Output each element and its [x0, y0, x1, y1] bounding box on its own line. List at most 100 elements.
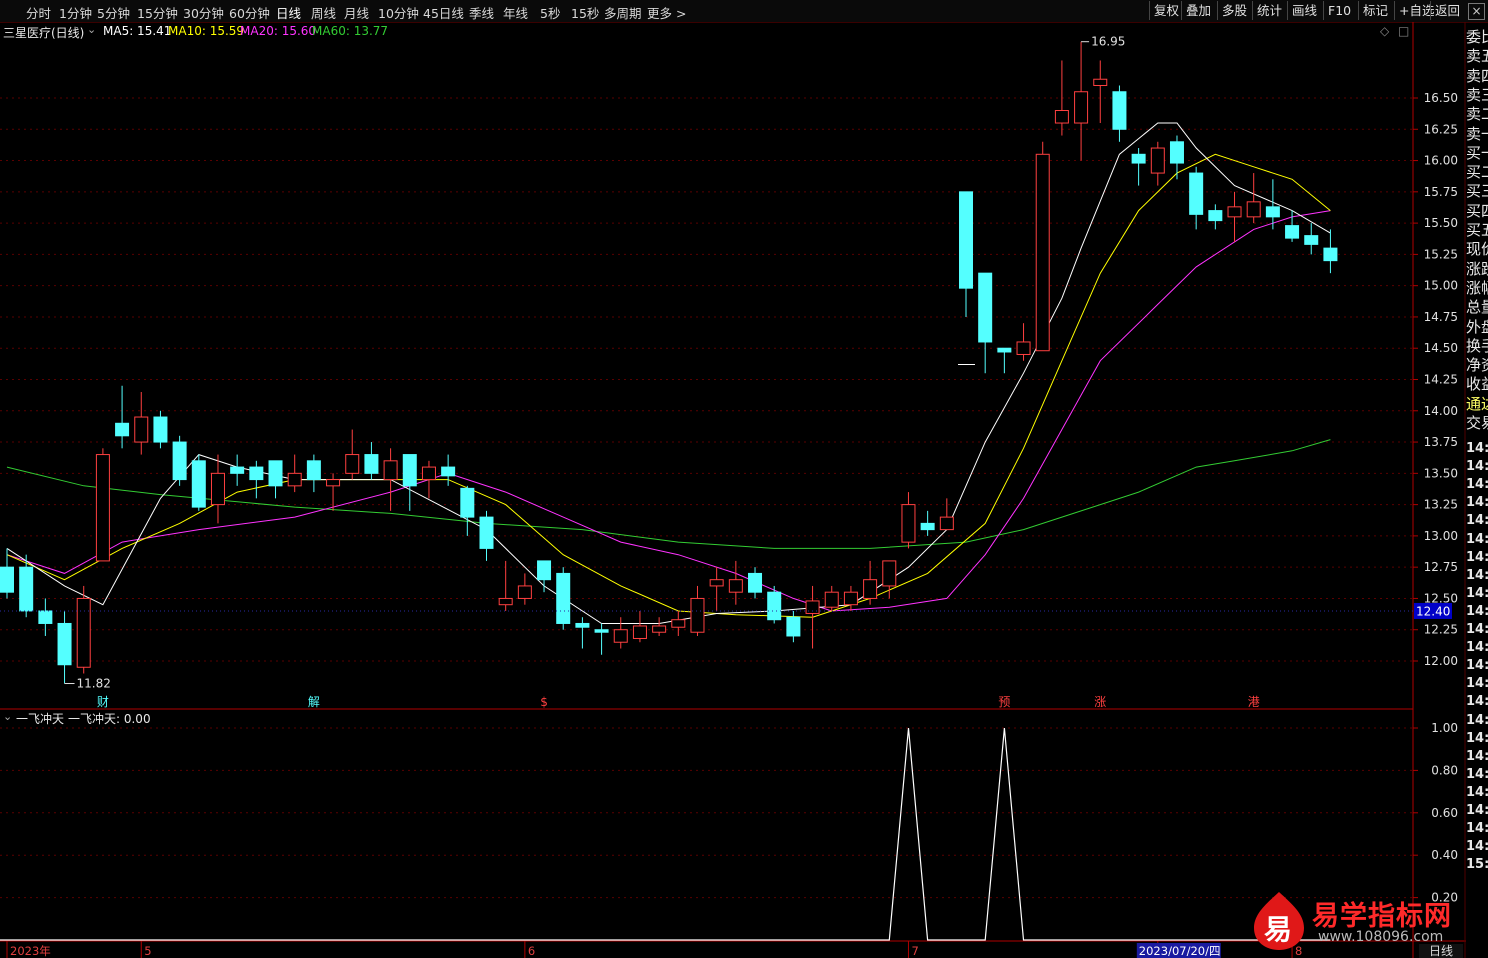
candle-body	[287, 472, 302, 487]
price-tick-label: 16.25	[1424, 122, 1458, 136]
candle	[575, 617, 590, 649]
tick-time: 14:5	[1466, 531, 1488, 547]
period-tab-4[interactable]: 30分钟	[183, 3, 224, 22]
quote-label: 涨跌	[1466, 259, 1488, 278]
quote-label: 收益	[1466, 375, 1488, 394]
candle	[1323, 229, 1338, 274]
period-tab-7[interactable]: 周线	[311, 3, 336, 22]
period-tab-12[interactable]: 年线	[503, 3, 528, 22]
toolbar-button-4[interactable]: 画线	[1287, 1, 1321, 20]
candle-body	[709, 579, 724, 587]
candle	[556, 567, 571, 630]
candle	[76, 585, 91, 674]
indicator-tick-label: 0.40	[1431, 848, 1458, 862]
candle	[843, 585, 858, 611]
time-label: 6	[528, 944, 535, 958]
event-marker: 港	[1248, 695, 1260, 709]
chart-area[interactable]: 16.50 16.25 16.00 15.75 15.50 15.25 15.00 14.75…	[0, 22, 1488, 958]
candle-body	[997, 347, 1012, 353]
toolbar-button-6[interactable]: 标记	[1358, 1, 1392, 20]
price-tick-label: 13.00	[1424, 529, 1458, 543]
candle-body	[153, 416, 168, 443]
quote-label: 外盘	[1466, 317, 1488, 336]
tick-time: 14:5	[1466, 495, 1488, 511]
candle	[1093, 60, 1108, 124]
price-tick-label: 14.50	[1424, 341, 1458, 355]
period-tab-11[interactable]: 季线	[469, 3, 494, 22]
candle-body	[978, 272, 993, 343]
candle	[115, 385, 130, 449]
indicator-name: 一飞冲天	[16, 712, 65, 726]
dropdown-icon[interactable]: ⌄	[87, 23, 96, 36]
candle-body	[748, 572, 763, 593]
candle-body	[1035, 153, 1050, 352]
period-tab-14[interactable]: 15秒	[571, 3, 599, 22]
close-icon[interactable]: ×	[1468, 3, 1485, 20]
period-tab-5[interactable]: 60分钟	[229, 3, 270, 22]
candle	[1246, 173, 1261, 224]
period-tab-3[interactable]: 15分钟	[137, 3, 178, 22]
square-icon[interactable]: □	[1398, 24, 1409, 38]
candle	[153, 410, 168, 449]
candle-body	[1246, 201, 1261, 218]
period-tab-1[interactable]: 1分钟	[59, 3, 92, 22]
candle-body	[1112, 91, 1127, 130]
toolbar-button-8[interactable]: 返回	[1430, 1, 1464, 20]
quote-label: 换手	[1466, 336, 1488, 355]
candle-body	[326, 479, 341, 487]
toolbar-button-5[interactable]: F10	[1323, 1, 1355, 20]
candle	[1035, 141, 1050, 352]
period-tab-13[interactable]: 5秒	[540, 3, 560, 22]
tick-time: 14:5	[1466, 441, 1488, 456]
candle	[939, 498, 954, 531]
candle	[479, 510, 494, 561]
candle	[172, 435, 187, 486]
candle	[1150, 141, 1165, 186]
candle-body	[0, 566, 14, 593]
price-tick-label: 15.25	[1424, 247, 1458, 261]
time-label: 2023/07/20/四	[1139, 944, 1221, 958]
diamond-icon[interactable]: ◇	[1380, 24, 1389, 38]
candle	[306, 454, 321, 493]
quote-label: 买二	[1466, 163, 1488, 182]
period-tab-16[interactable]: 更多 >	[647, 3, 686, 22]
candle-body	[421, 466, 436, 481]
ma-legend-item: MA10: 15.59	[168, 24, 245, 38]
period-tab-6[interactable]: 日线	[276, 3, 301, 22]
indicator-dropdown-icon[interactable]: ⌄	[3, 710, 12, 723]
toolbar-button-3[interactable]: 统计	[1252, 1, 1286, 20]
price-tick-label: 13.50	[1424, 466, 1458, 480]
period-tab-2[interactable]: 5分钟	[97, 3, 130, 22]
candle-body	[920, 522, 935, 531]
candle	[517, 573, 532, 605]
candle	[191, 454, 206, 511]
period-tab-15[interactable]: 多周期	[604, 3, 642, 22]
tick-time: 14:5	[1466, 766, 1488, 782]
candle	[1227, 191, 1242, 242]
ma-legend-item: MA60: 13.77	[312, 24, 389, 38]
candle-body	[383, 460, 398, 481]
candle-body	[191, 460, 206, 508]
toolbar-button-0[interactable]: 复权	[1149, 1, 1183, 20]
watermark: 易 易学指标网 www.108096.com	[1250, 890, 1465, 950]
price-tick-label: 16.50	[1424, 91, 1458, 105]
period-tab-10[interactable]: 45日线	[423, 3, 464, 22]
period-tab-8[interactable]: 月线	[344, 3, 369, 22]
candle	[824, 585, 839, 611]
indicator-line	[0, 727, 1331, 941]
period-tab-0[interactable]: 分时	[26, 3, 51, 22]
candle	[1189, 166, 1204, 230]
candle-body	[479, 516, 494, 549]
candle-body	[1285, 225, 1300, 239]
quote-label: 总量	[1466, 298, 1488, 317]
toolbar-button-2[interactable]: 多股	[1217, 1, 1251, 20]
candle-body	[882, 560, 897, 587]
tick-time: 14:5	[1466, 477, 1488, 493]
price-tick-label: 15.00	[1424, 279, 1458, 293]
toolbar-button-1[interactable]: 叠加	[1181, 1, 1215, 20]
candle-body	[652, 625, 667, 633]
candle-body	[805, 600, 820, 614]
period-tab-9[interactable]: 10分钟	[378, 3, 419, 22]
tick-time: 14:5	[1466, 513, 1488, 529]
candle	[613, 617, 628, 649]
